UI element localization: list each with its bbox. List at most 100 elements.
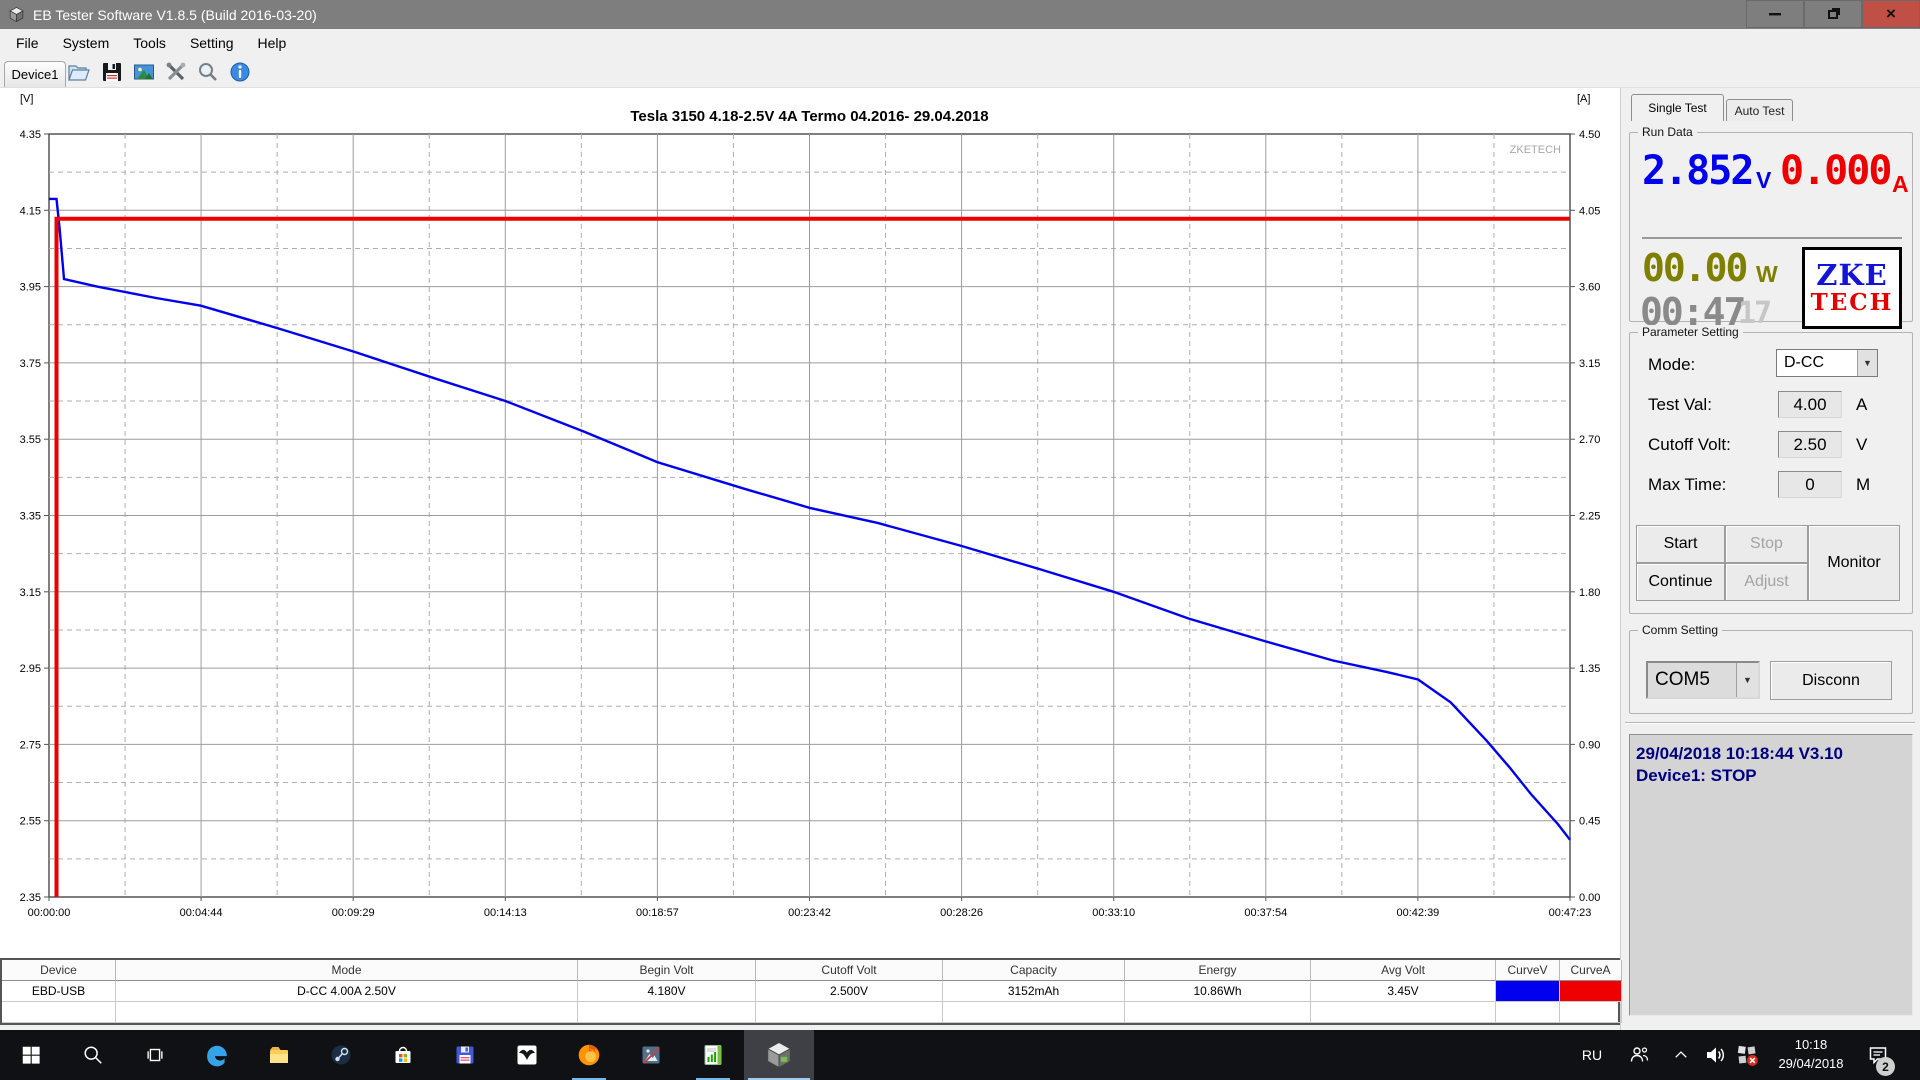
tray-date: 29/04/2018 — [1778, 1055, 1843, 1074]
logo-tech: TECH — [1811, 290, 1894, 315]
cutoff-volt-label: Cutoff Volt: — [1648, 435, 1731, 455]
results-table: DeviceModeBegin VoltCutoff VoltCapacityE… — [0, 958, 1620, 1025]
table-cell — [1560, 1002, 1622, 1023]
svg-text:00:42:39: 00:42:39 — [1396, 907, 1439, 919]
menu-item-tools[interactable]: Tools — [123, 29, 176, 57]
mode-dropdown[interactable]: D-CC ▼ — [1776, 349, 1878, 377]
table-cell — [116, 1002, 578, 1023]
mode-value: D-CC — [1777, 354, 1857, 372]
run-data-divider — [1642, 237, 1902, 239]
chart-canvas: 4.354.153.953.753.553.353.152.952.752.55… — [0, 88, 1620, 958]
taskbar-steam-icon[interactable] — [310, 1030, 372, 1080]
svg-text:2.35: 2.35 — [20, 892, 41, 904]
svg-text:Tesla 3150 4.18-2.5V 4A Termo: Tesla 3150 4.18-2.5V 4A Termo 04.2016- 2… — [630, 108, 988, 125]
taskbar-calc-icon[interactable] — [682, 1030, 744, 1080]
power-display: 00.00 — [1642, 249, 1746, 287]
chevron-down-icon[interactable]: ▼ — [1736, 663, 1758, 697]
max-time-label: Max Time: — [1648, 475, 1726, 495]
tab-auto-test[interactable]: Auto Test — [1726, 99, 1793, 121]
svg-text:0.90: 0.90 — [1579, 739, 1600, 751]
svg-text:0.00: 0.00 — [1579, 892, 1600, 904]
svg-text:00:23:42: 00:23:42 — [788, 907, 831, 919]
tools-icon[interactable] — [163, 59, 189, 85]
restore-icon — [1828, 10, 1838, 19]
test-val-unit: A — [1856, 395, 1867, 415]
menu-item-setting[interactable]: Setting — [180, 29, 244, 57]
notification-badge[interactable]: 2 — [1876, 1057, 1895, 1076]
continue-button[interactable]: Continue — [1636, 563, 1725, 601]
log-line: Device1: STOP — [1636, 765, 1906, 787]
svg-text:2.95: 2.95 — [20, 663, 41, 675]
parameter-setting-legend: Parameter Setting — [1638, 325, 1743, 339]
svg-text:2.25: 2.25 — [1579, 511, 1600, 523]
max-time-input[interactable]: 0 — [1778, 471, 1842, 498]
power-unit: W — [1756, 261, 1778, 288]
minimize-button[interactable] — [1746, 0, 1804, 28]
svg-text:3.15: 3.15 — [1579, 358, 1600, 370]
table-cell: D-CC 4.00A 2.50V — [116, 981, 578, 1002]
table-header: CurveA — [1560, 960, 1622, 981]
taskbar-bat-icon[interactable] — [496, 1030, 558, 1080]
save-icon[interactable] — [99, 59, 125, 85]
close-button[interactable]: × — [1862, 0, 1920, 28]
table-cell: 4.180V — [578, 981, 756, 1002]
device-tab[interactable]: Device1 — [4, 61, 66, 87]
taskbar-firefox-icon[interactable] — [558, 1030, 620, 1080]
taskbar-edge-icon[interactable] — [186, 1030, 248, 1080]
taskbar-eb-tester-icon[interactable] — [744, 1030, 814, 1080]
monitor-button[interactable]: Monitor — [1808, 525, 1900, 601]
svg-text:00:04:44: 00:04:44 — [180, 907, 223, 919]
svg-text:3.95: 3.95 — [20, 282, 41, 294]
chevron-down-icon[interactable]: ▼ — [1857, 350, 1877, 376]
info-icon[interactable] — [227, 59, 253, 85]
zoom-icon[interactable] — [195, 59, 221, 85]
taskbar-store-icon[interactable] — [372, 1030, 434, 1080]
test-val-label: Test Val: — [1648, 395, 1712, 415]
people-icon[interactable] — [1622, 1030, 1658, 1080]
zketech-logo: ZKE TECH — [1802, 247, 1902, 329]
taskbar-explorer-icon[interactable] — [248, 1030, 310, 1080]
svg-text:3.15: 3.15 — [20, 587, 41, 599]
log-box: 29/04/2018 10:18:44 V3.10 Device1: STOP — [1629, 734, 1913, 1016]
start-menu-button[interactable] — [0, 1030, 62, 1080]
cutoff-volt-unit: V — [1856, 435, 1867, 455]
current-display: 0.000 — [1780, 151, 1890, 191]
language-indicator[interactable]: RU — [1572, 1030, 1612, 1080]
table-header: Capacity — [943, 960, 1125, 981]
task-view-icon[interactable] — [124, 1030, 186, 1080]
voltage-display: 2.852 — [1642, 151, 1752, 191]
current-unit: A — [1892, 171, 1909, 198]
adjust-button[interactable]: Adjust — [1725, 563, 1808, 601]
disconnect-button[interactable]: Disconn — [1770, 661, 1892, 700]
com-port-dropdown[interactable]: COM5 ▼ — [1646, 661, 1760, 699]
open-file-icon[interactable] — [66, 59, 92, 85]
tray-expand-chevron-icon[interactable] — [1664, 1030, 1698, 1080]
svg-text:0.45: 0.45 — [1579, 816, 1600, 828]
table-cell: 3.45V — [1311, 981, 1496, 1002]
svg-text:00:33:10: 00:33:10 — [1092, 907, 1135, 919]
restore-button[interactable] — [1804, 0, 1862, 28]
svg-text:1.35: 1.35 — [1579, 663, 1600, 675]
menu-bar: FileSystemToolsSettingHelp — [0, 29, 1920, 57]
menu-item-help[interactable]: Help — [248, 29, 297, 57]
menu-item-system[interactable]: System — [53, 29, 120, 57]
table-cell: 2.500V — [756, 981, 943, 1002]
export-image-icon[interactable] — [131, 59, 157, 85]
cutoff-volt-input[interactable]: 2.50 — [1778, 431, 1842, 458]
stop-button[interactable]: Stop — [1725, 525, 1808, 563]
taskbar-floppy-app-icon[interactable] — [434, 1030, 496, 1080]
taskbar-search-icon[interactable] — [62, 1030, 124, 1080]
menu-item-file[interactable]: File — [6, 29, 49, 57]
taskbar-photo-app-icon[interactable] — [620, 1030, 682, 1080]
table-cell — [943, 1002, 1125, 1023]
sync-error-icon[interactable] — [1728, 1030, 1766, 1080]
table-header: Device — [2, 960, 116, 981]
run-data-group: Run Data 2.852 V 0.000 A 00.00 W 00:47 1… — [1629, 132, 1913, 322]
tab-single-test[interactable]: Single Test — [1631, 94, 1724, 121]
start-button[interactable]: Start — [1636, 525, 1725, 563]
parameter-setting-group: Parameter Setting Mode: D-CC ▼ Test Val:… — [1629, 332, 1913, 614]
comm-setting-group: Comm Setting COM5 ▼ Disconn — [1629, 630, 1913, 714]
tray-clock[interactable]: 10:18 29/04/2018 — [1764, 1030, 1858, 1080]
svg-text:[V]: [V] — [20, 93, 33, 105]
test-val-input[interactable]: 4.00 — [1778, 391, 1842, 418]
